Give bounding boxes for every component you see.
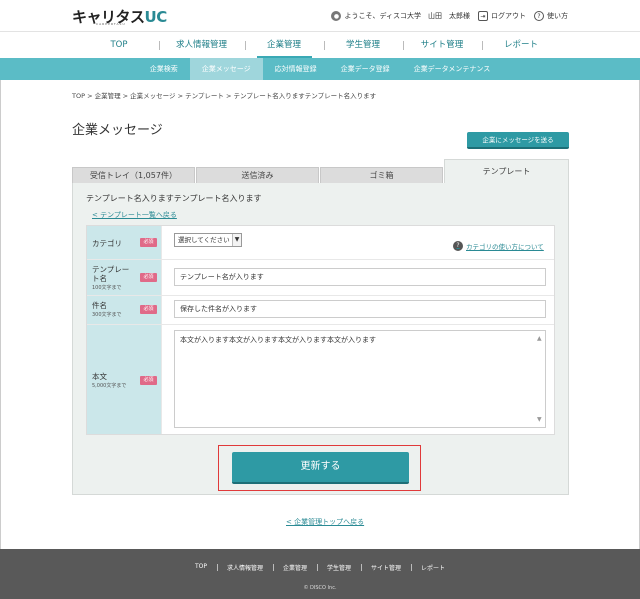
body-row: 本文 5,000文字まで 必須 本文が入ります本文が入ります本文が入ります本文が… bbox=[87, 325, 554, 434]
logo-accent: UC bbox=[144, 8, 168, 26]
main-nav-company[interactable]: 企業管理 bbox=[244, 32, 324, 59]
template-name-row: テンプレート名 100文字まで 必須 テンプレート名が入ります bbox=[87, 260, 554, 296]
required-badge: 必須 bbox=[140, 238, 157, 247]
footer-link-site[interactable]: サイト管理 bbox=[361, 563, 411, 572]
scroll-down-icon[interactable]: ▼ bbox=[537, 416, 542, 423]
main-nav-site[interactable]: サイト管理 bbox=[402, 32, 482, 59]
back-to-company-top-link[interactable]: < 企業管理トップへ戻る bbox=[286, 517, 364, 527]
sub-nav: 企業検索 企業メッセージ 応対情報登録 企業データ登録 企業データメンテナンス bbox=[0, 58, 640, 80]
tab-template[interactable]: テンプレート bbox=[444, 159, 569, 183]
help-icon: ? bbox=[453, 241, 463, 251]
template-name-label-cell: テンプレート名 100文字まで 必須 bbox=[87, 260, 162, 295]
category-row: カテゴリ 必須 選択してください ▼ ? カテゴリの使い方について bbox=[87, 226, 554, 260]
textarea-scrollbar[interactable]: ▲ ▼ bbox=[536, 331, 545, 427]
category-label-cell: カテゴリ 必須 bbox=[87, 226, 162, 259]
template-name-input[interactable]: テンプレート名が入ります bbox=[174, 268, 546, 286]
logout-label: ログアウト bbox=[491, 12, 526, 20]
user-icon: ● bbox=[331, 11, 342, 21]
sub-nav-company-data-register[interactable]: 企業データ登録 bbox=[329, 58, 402, 80]
sub-nav-company-data-maintenance[interactable]: 企業データメンテナンス bbox=[402, 58, 503, 80]
sub-nav-contact-register[interactable]: 応対情報登録 bbox=[263, 58, 329, 80]
template-name-label: テンプレート名 bbox=[92, 265, 130, 283]
update-button[interactable]: 更新する bbox=[232, 452, 409, 484]
tab-bar: 受信トレイ（1,057件） 送信済み ゴミ箱 テンプレート bbox=[72, 159, 569, 183]
subject-limit: 300文字まで bbox=[92, 312, 122, 318]
chevron-down-icon: ▼ bbox=[232, 234, 241, 246]
welcome-message: ● ようこそ、ディスコ大学 山田 太郎様 bbox=[331, 11, 470, 21]
body-limit: 5,000文字まで bbox=[92, 383, 127, 389]
main-nav-report[interactable]: レポート bbox=[481, 32, 561, 59]
subject-input[interactable]: 保存した件名が入ります bbox=[174, 300, 546, 318]
main-nav-student[interactable]: 学生管理 bbox=[323, 32, 403, 59]
logout-link[interactable]: ⇥ ログアウト bbox=[478, 11, 526, 21]
page-title: 企業メッセージ bbox=[72, 123, 163, 138]
category-select[interactable]: 選択してください ▼ bbox=[174, 233, 242, 247]
howto-label: 使い方 bbox=[547, 12, 568, 20]
logout-icon: ⇥ bbox=[478, 11, 488, 21]
user-area: ● ようこそ、ディスコ大学 山田 太郎様 ⇥ ログアウト ? 使い方 bbox=[331, 11, 568, 21]
tab-sent[interactable]: 送信済み bbox=[196, 167, 319, 183]
update-button-highlight: 更新する bbox=[218, 445, 421, 491]
category-select-value: 選択してください bbox=[178, 236, 230, 244]
subject-label: 件名 bbox=[92, 301, 107, 310]
sub-nav-company-message[interactable]: 企業メッセージ bbox=[189, 58, 263, 80]
question-icon: ? bbox=[534, 11, 544, 21]
howto-link[interactable]: ? 使い方 bbox=[534, 11, 568, 21]
template-form: カテゴリ 必須 選択してください ▼ ? カテゴリの使い方について テンプレート… bbox=[86, 225, 555, 435]
category-label: カテゴリ bbox=[92, 239, 122, 248]
copyright: © DISCO Inc. bbox=[303, 585, 337, 591]
footer: TOP 求人情報管理 企業管理 学生管理 サイト管理 レポート © DISCO … bbox=[0, 549, 640, 599]
footer-link-company[interactable]: 企業管理 bbox=[272, 563, 317, 572]
tab-trash[interactable]: ゴミ箱 bbox=[320, 167, 443, 183]
breadcrumb[interactable]: TOP > 企業管理 > 企業メッセージ > テンプレート > テンプレート名入… bbox=[72, 90, 376, 100]
subject-row: 件名 300文字まで 必須 保存した件名が入ります bbox=[87, 296, 554, 325]
main-nav-top[interactable]: TOP bbox=[80, 32, 159, 59]
back-to-template-list-link[interactable]: < テンプレート一覧へ戻る bbox=[92, 210, 177, 220]
footer-link-job-info[interactable]: 求人情報管理 bbox=[216, 563, 273, 572]
template-name-limit: 100文字まで bbox=[92, 285, 122, 291]
body-label-cell: 本文 5,000文字まで 必須 bbox=[87, 325, 162, 434]
required-badge: 必須 bbox=[140, 376, 157, 385]
send-message-button[interactable]: 企業にメッセージを送る bbox=[467, 132, 569, 149]
footer-link-student[interactable]: 学生管理 bbox=[317, 563, 361, 572]
welcome-text: ようこそ、ディスコ大学 山田 太郎様 bbox=[344, 12, 470, 20]
footer-link-top[interactable]: TOP bbox=[185, 563, 217, 572]
body-text: 本文が入ります本文が入ります本文が入ります本文が入ります bbox=[180, 336, 376, 344]
scroll-up-icon[interactable]: ▲ bbox=[537, 335, 542, 342]
panel-title: テンプレート名入りますテンプレート名入ります bbox=[86, 194, 262, 203]
required-badge: 必須 bbox=[140, 305, 157, 314]
body-label: 本文 bbox=[92, 372, 107, 381]
required-badge: 必須 bbox=[140, 273, 157, 282]
tab-inbox[interactable]: 受信トレイ（1,057件） bbox=[72, 167, 195, 183]
subject-label-cell: 件名 300文字まで 必須 bbox=[87, 296, 162, 324]
category-help-link[interactable]: ? カテゴリの使い方について bbox=[453, 241, 544, 251]
logo-subtitle: CAREERTASU bbox=[96, 22, 126, 26]
main-nav-job-info[interactable]: 求人情報管理 bbox=[158, 32, 245, 59]
footer-link-report[interactable]: レポート bbox=[411, 563, 455, 572]
body-textarea[interactable]: 本文が入ります本文が入ります本文が入ります本文が入ります ▲ ▼ bbox=[174, 330, 546, 428]
top-bar: キャリタスUC CAREERTASU ● ようこそ、ディスコ大学 山田 太郎様 … bbox=[0, 0, 640, 31]
category-help-label: カテゴリの使い方について bbox=[466, 243, 544, 251]
main-nav: TOP 求人情報管理 企業管理 学生管理 サイト管理 レポート bbox=[0, 31, 640, 59]
sub-nav-company-search[interactable]: 企業検索 bbox=[138, 58, 190, 80]
